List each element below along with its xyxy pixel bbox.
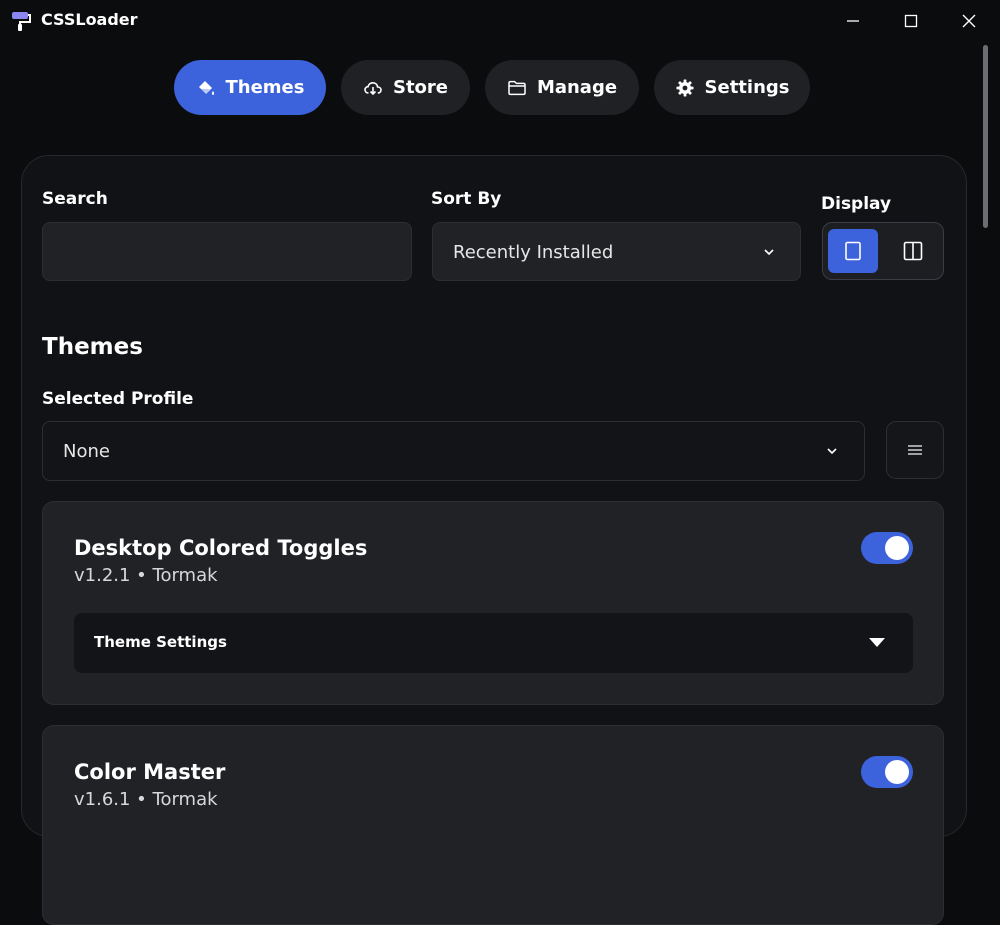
tab-themes[interactable]: Themes — [174, 60, 326, 115]
themes-panel: Search Sort By Recently Installed Displa… — [21, 155, 967, 925]
close-icon — [962, 14, 976, 28]
tab-label: Themes — [225, 77, 305, 98]
gear-icon — [676, 79, 694, 96]
theme-name: Desktop Colored Toggles — [74, 536, 368, 560]
tab-settings[interactable]: Settings — [654, 60, 810, 115]
display-two-column-button[interactable] — [888, 229, 938, 273]
section-title: Themes — [42, 334, 143, 360]
sort-select[interactable]: Recently Installed — [432, 222, 801, 281]
theme-settings-label: Theme Settings — [94, 633, 227, 651]
tab-store[interactable]: Store — [341, 60, 470, 115]
theme-enabled-toggle[interactable] — [861, 532, 913, 564]
search-input[interactable] — [42, 222, 412, 281]
maximize-icon — [904, 14, 918, 28]
toggle-knob — [885, 536, 909, 560]
profile-select[interactable]: None — [42, 421, 865, 481]
theme-meta: v1.6.1 • Tormak — [74, 789, 218, 810]
menu-icon — [908, 445, 922, 455]
single-column-icon — [845, 241, 861, 261]
minimize-button[interactable] — [830, 6, 876, 36]
app-title: CSSLoader — [41, 10, 138, 29]
minimize-icon — [847, 20, 859, 22]
cloud-download-icon — [364, 81, 382, 95]
theme-card: Color Master v1.6.1 • Tormak — [42, 725, 944, 925]
profile-value: None — [63, 441, 110, 462]
caret-down-icon — [869, 638, 885, 647]
close-button[interactable] — [946, 6, 992, 36]
tab-manage[interactable]: Manage — [485, 60, 639, 115]
sort-value: Recently Installed — [453, 242, 614, 263]
theme-card: Desktop Colored Toggles v1.2.1 • Tormak … — [42, 501, 944, 705]
tab-label: Settings — [704, 77, 790, 98]
display-mode-toggle — [822, 222, 944, 280]
display-single-column-button[interactable] — [828, 229, 878, 273]
profile-label: Selected Profile — [42, 389, 194, 409]
chevron-down-icon — [764, 249, 774, 256]
maximize-button[interactable] — [888, 6, 934, 36]
paint-bucket-icon — [198, 80, 214, 95]
theme-name: Color Master — [74, 760, 226, 784]
tab-label: Store — [392, 77, 449, 98]
profile-menu-button[interactable] — [886, 421, 944, 479]
two-column-icon — [903, 241, 923, 261]
scrollbar-thumb[interactable] — [983, 45, 988, 228]
chevron-down-icon — [827, 448, 837, 455]
toggle-knob — [885, 760, 909, 784]
display-label: Display — [821, 194, 892, 214]
theme-enabled-toggle[interactable] — [861, 756, 913, 788]
theme-settings-expander[interactable]: Theme Settings — [74, 613, 913, 673]
sort-label: Sort By — [431, 189, 502, 209]
theme-meta: v1.2.1 • Tormak — [74, 565, 218, 586]
folder-icon — [508, 80, 526, 95]
title-bar: CSSLoader — [0, 0, 1000, 42]
main-nav: Themes Store Manage Settings — [0, 60, 1000, 115]
paint-roller-icon — [12, 12, 31, 31]
tab-label: Manage — [536, 77, 618, 98]
search-label: Search — [42, 189, 108, 209]
